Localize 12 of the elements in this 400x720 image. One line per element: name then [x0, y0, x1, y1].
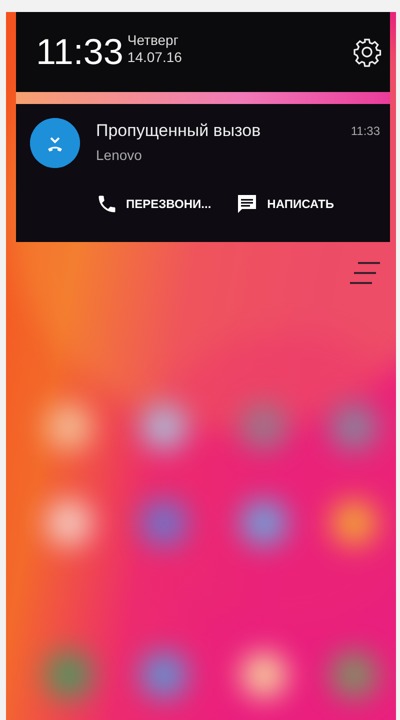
notification-time: 11:33 — [350, 122, 380, 140]
notification-title: Пропущенный вызов — [96, 120, 261, 142]
missed-call-notification[interactable]: Пропущенный вызов 11:33 Lenovo ПЕРЕЗВОНИ... НАПИСАТЬ — [16, 104, 390, 242]
weekday: Четверг — [127, 32, 180, 49]
reply-button[interactable]: НАПИСАТЬ — [235, 192, 334, 216]
clock-time: 11:33 — [36, 34, 124, 70]
notification-source: Lenovo — [96, 146, 142, 162]
settings-icon[interactable] — [352, 37, 382, 67]
phone-icon — [96, 193, 118, 215]
missed-call-icon — [30, 118, 80, 168]
date: 14.07.16 — [127, 49, 182, 66]
call-back-button[interactable]: ПЕРЕЗВОНИ... — [96, 192, 212, 216]
